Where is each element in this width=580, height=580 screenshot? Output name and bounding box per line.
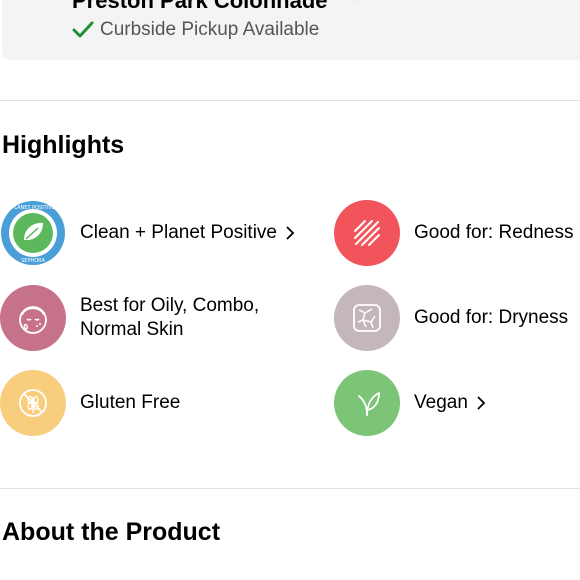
check-icon	[72, 21, 94, 38]
highlight-label-text: Clean + Planet Positive	[80, 222, 277, 243]
svg-text:PLANET POSITIVE: PLANET POSITIVE	[11, 205, 55, 211]
highlights-title: Highlights	[2, 131, 125, 159]
chevron-right-icon[interactable]	[476, 395, 486, 411]
chevron-right-icon[interactable]	[285, 225, 295, 241]
highlight-label: Vegan	[414, 391, 486, 415]
highlight-vegan[interactable]: Vegan	[334, 370, 486, 436]
svg-text:SEPHORA: SEPHORA	[21, 258, 45, 264]
highlight-label-text: Vegan	[414, 392, 468, 413]
divider	[0, 100, 580, 101]
dry-skin-texture-icon	[334, 285, 400, 351]
face-skin-icon	[0, 285, 66, 351]
highlight-label-text: Good for: Redness	[414, 222, 574, 243]
redness-lines-icon	[334, 200, 400, 266]
highlight-clean-planet-positive[interactable]: PLANET POSITIVE SEPHORA Clean + Planet P…	[0, 200, 295, 266]
store-name[interactable]: Preston Park Colonnade	[72, 0, 328, 14]
pickup-status: Curbside Pickup Available	[72, 19, 319, 41]
highlight-label: Gluten Free	[80, 391, 180, 415]
highlight-label: Clean + Planet Positive	[80, 221, 295, 245]
highlight-label-text: Gluten Free	[80, 392, 181, 413]
chevron-down-icon[interactable]	[350, 0, 364, 2]
highlight-label: Good for: Dryness	[414, 306, 568, 330]
clean-planet-positive-seal-icon: PLANET POSITIVE SEPHORA	[0, 200, 66, 266]
highlight-gluten-free: Gluten Free	[0, 370, 180, 436]
highlight-label: Best for Oily, Combo, Normal Skin	[80, 295, 260, 340]
about-product-title: About the Product	[2, 518, 221, 546]
highlight-label: Good for: Redness	[414, 221, 573, 245]
vegan-leaf-icon	[334, 370, 400, 436]
divider	[0, 488, 580, 489]
highlight-dryness: Good for: Dryness	[334, 285, 568, 351]
highlight-skin-type: Best for Oily, Combo, Normal Skin	[0, 285, 300, 351]
gluten-free-wheat-icon	[0, 370, 66, 436]
highlight-redness: Good for: Redness	[334, 200, 573, 266]
pickup-text: Curbside Pickup Available	[100, 19, 320, 40]
highlight-label-text: Good for: Dryness	[414, 307, 569, 328]
